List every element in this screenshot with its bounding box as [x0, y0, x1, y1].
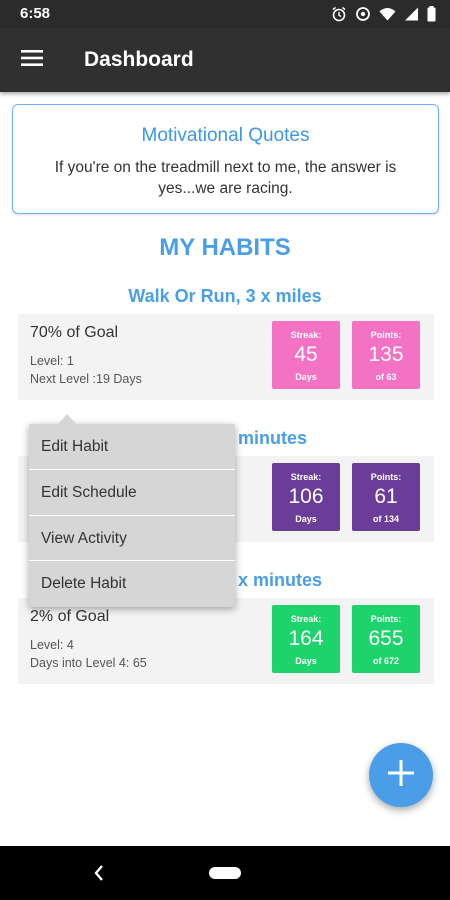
- app-title: Dashboard: [84, 48, 194, 71]
- battery-icon: [427, 6, 436, 22]
- app-bar: Dashboard: [0, 28, 450, 92]
- habit-next-level: Next Level :19 Days: [30, 372, 142, 386]
- popup-pointer: [58, 414, 76, 424]
- wifi-icon: [379, 7, 396, 21]
- streak-unit: Days: [295, 372, 317, 382]
- add-habit-button[interactable]: [369, 743, 433, 807]
- menu-item-edit-habit[interactable]: Edit Habit: [29, 424, 235, 470]
- habit-goal-progress: 2% of Goal: [30, 608, 110, 625]
- habit-card[interactable]: 70% of Goal Level: 1 Next Level :19 Days…: [18, 314, 434, 400]
- points-label: Points:: [370, 330, 402, 340]
- habit-level: Level: 4: [30, 638, 74, 652]
- menu-button[interactable]: [14, 44, 50, 76]
- habit-goal-progress: 70% of Goal: [30, 324, 119, 341]
- status-bar: 6:58: [0, 0, 450, 28]
- dashboard-content: Motivational Quotes If you're on the tre…: [0, 92, 450, 846]
- points-value: 135: [368, 343, 404, 366]
- status-icons: [331, 4, 436, 24]
- streak-label: Streak:: [290, 330, 322, 340]
- my-habits-heading: MY HABITS: [159, 234, 291, 261]
- points-label: Points:: [370, 614, 402, 624]
- habit-days-into-level: Days into Level 4: 65: [30, 656, 147, 670]
- habit-title: x minutes: [238, 570, 323, 590]
- quote-title: Motivational Quotes: [141, 125, 310, 146]
- data-saver-icon: [355, 6, 371, 22]
- points-tile: Points: 655 of 672: [352, 605, 420, 673]
- system-navigation-bar: [0, 846, 450, 900]
- streak-tile: Streak: 106 Days: [272, 463, 340, 531]
- streak-value: 45: [294, 343, 318, 366]
- status-time: 6:58: [20, 5, 51, 22]
- habit-level: Level: 1: [30, 354, 74, 368]
- points-value: 655: [368, 627, 404, 650]
- home-pill-icon[interactable]: [209, 867, 241, 879]
- plus-icon: [388, 759, 414, 791]
- alarm-icon: [331, 6, 347, 22]
- hamburger-menu-icon: [21, 49, 43, 71]
- points-tile: Points: 135 of 63: [352, 321, 420, 389]
- motivational-quote-card: Motivational Quotes If you're on the tre…: [12, 104, 439, 214]
- streak-tile: Streak: 45 Days: [272, 321, 340, 389]
- points-value: 61: [374, 485, 398, 508]
- streak-value: 164: [288, 627, 324, 650]
- menu-item-edit-schedule[interactable]: Edit Schedule: [29, 470, 235, 516]
- streak-unit: Days: [295, 656, 317, 666]
- points-tile: Points: 61 of 134: [352, 463, 420, 531]
- habit-title: minutes: [238, 428, 308, 448]
- streak-label: Streak:: [290, 472, 322, 482]
- streak-label: Streak:: [290, 614, 322, 624]
- back-chevron-icon[interactable]: [92, 864, 106, 887]
- streak-value: 106: [288, 485, 324, 508]
- streak-unit: Days: [295, 514, 317, 524]
- points-total: of 63: [375, 372, 397, 382]
- signal-icon: [404, 7, 419, 21]
- quote-text: If you're on the treadmill next to me, t…: [54, 159, 397, 197]
- menu-item-delete-habit[interactable]: Delete Habit: [29, 561, 235, 607]
- habit-card[interactable]: 2% of Goal Level: 4 Days into Level 4: 6…: [18, 598, 434, 684]
- points-total: of 672: [372, 656, 399, 666]
- points-total: of 134: [372, 514, 399, 524]
- habit-title: Walk Or Run, 3 x miles: [128, 286, 322, 306]
- points-label: Points:: [370, 472, 402, 482]
- habit-options-popup: Edit Habit Edit Schedule View Activity D…: [29, 414, 235, 607]
- streak-tile: Streak: 164 Days: [272, 605, 340, 673]
- menu-item-view-activity[interactable]: View Activity: [29, 516, 235, 562]
